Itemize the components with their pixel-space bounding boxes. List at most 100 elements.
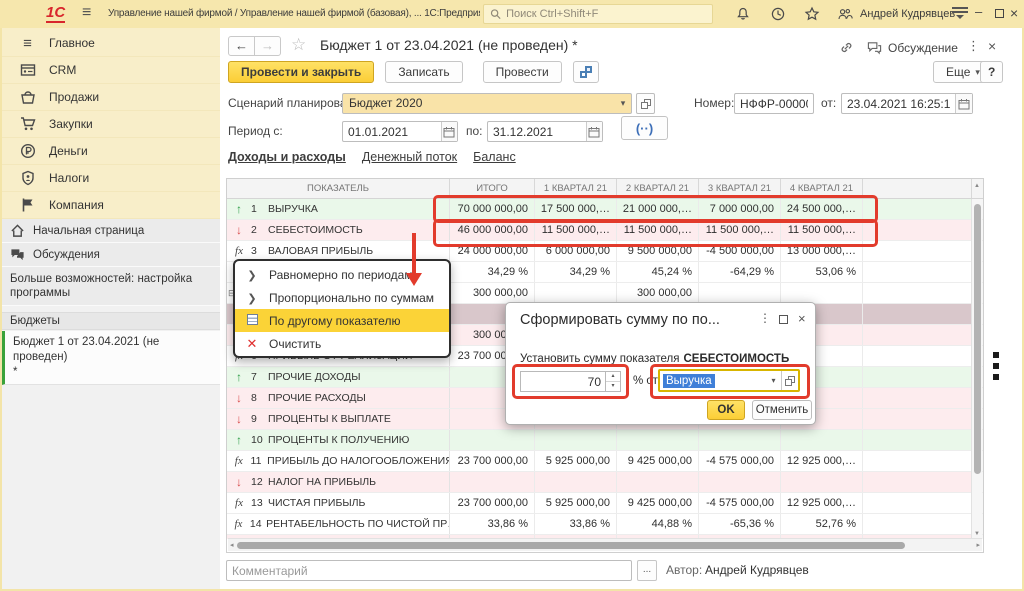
- value-cell[interactable]: 45,24 %: [617, 262, 699, 282]
- calendar-icon[interactable]: [441, 122, 457, 141]
- scroll-up-icon[interactable]: ▲: [974, 183, 980, 189]
- post-button[interactable]: Провести: [483, 61, 562, 83]
- value-cell[interactable]: 33,86 %: [535, 514, 617, 534]
- users-icon[interactable]: [837, 6, 853, 22]
- menu-item-proportional-by-amounts[interactable]: ❯Пропорционально по суммам: [235, 286, 449, 309]
- sidebar-item-crm[interactable]: CRM: [2, 57, 220, 84]
- hscroll-thumb[interactable]: [237, 542, 905, 549]
- table-row[interactable]: ↓12НАЛОГ НА ПРИБЫЛЬ: [227, 472, 983, 493]
- value-cell[interactable]: 44,88 %: [617, 514, 699, 534]
- value-cell[interactable]: 53,06 %: [781, 262, 863, 282]
- sidebar-item-discussions[interactable]: Обсуждения: [2, 243, 220, 267]
- scenario-combobox[interactable]: Бюджет 2020 ▾: [342, 93, 632, 114]
- date-field[interactable]: [841, 93, 973, 114]
- value-cell[interactable]: 12 925 000,…: [781, 493, 863, 513]
- nav-back-button[interactable]: ←: [228, 36, 255, 56]
- value-cell[interactable]: [450, 430, 535, 450]
- value-cell[interactable]: 34,29 %: [535, 262, 617, 282]
- value-cell[interactable]: 9 425 000,00: [617, 451, 699, 471]
- table-row[interactable]: ↑10ПРОЦЕНТЫ К ПОЛУЧЕНИЮ: [227, 430, 983, 451]
- sidebar-item-nalogi[interactable]: Налоги: [2, 165, 220, 192]
- menu-item-clear[interactable]: ✕Очистить: [235, 332, 449, 355]
- table-row[interactable]: fx14РЕНТАБЕЛЬНОСТЬ ПО ЧИСТОЙ ПР…33,86 %3…: [227, 514, 983, 535]
- cancel-button[interactable]: Отменить: [752, 400, 812, 420]
- calendar-icon[interactable]: [586, 122, 602, 141]
- create-based-on-button[interactable]: [573, 61, 599, 83]
- favorites-star-icon[interactable]: [804, 6, 820, 22]
- sidebar-item-home[interactable]: Начальная страница: [2, 219, 220, 243]
- value-cell[interactable]: [699, 472, 781, 492]
- row-label-cell[interactable]: ↑7ПРОЧИЕ ДОХОДЫ: [227, 367, 450, 387]
- current-user-name[interactable]: Андрей Кудрявцев: [860, 8, 955, 20]
- value-cell[interactable]: [617, 472, 699, 492]
- sidebar-open-document-tab[interactable]: Бюджет 1 от 23.04.2021 (не проведен) *: [2, 331, 220, 385]
- scroll-left-icon[interactable]: ◂: [230, 541, 234, 549]
- comment-expand-button[interactable]: ...: [637, 560, 657, 581]
- sidebar-item-kompania[interactable]: Компания: [2, 192, 220, 219]
- search-input[interactable]: [506, 8, 706, 20]
- dialog-more-icon[interactable]: ⋮: [759, 311, 771, 325]
- sidebar-item-zakupki[interactable]: Закупки: [2, 111, 220, 138]
- dialog-close-icon[interactable]: ×: [798, 311, 806, 326]
- horizontal-scrollbar[interactable]: ◂ ▸: [228, 538, 982, 551]
- value-cell[interactable]: 23 700 000,00: [450, 451, 535, 471]
- value-cell[interactable]: [535, 283, 617, 303]
- row-label-cell[interactable]: fx11ПРИБЫЛЬ ДО НАЛОГООБЛОЖЕНИЯ: [227, 451, 450, 471]
- value-cell[interactable]: [450, 472, 535, 492]
- history-clock-icon[interactable]: [770, 6, 786, 22]
- table-row[interactable]: fx11ПРИБЫЛЬ ДО НАЛОГООБЛОЖЕНИЯ23 700 000…: [227, 451, 983, 472]
- period-to-input[interactable]: [488, 122, 586, 141]
- scroll-right-icon[interactable]: ▸: [976, 541, 980, 549]
- value-cell[interactable]: -65,36 %: [699, 514, 781, 534]
- nav-forward-button[interactable]: →: [254, 36, 281, 56]
- panel-splitter-handle[interactable]: [993, 352, 999, 385]
- value-cell[interactable]: -4 575 000,00: [699, 451, 781, 471]
- dialog-maximize-icon[interactable]: [779, 315, 788, 324]
- discussion-label[interactable]: Обсуждение: [888, 41, 958, 55]
- row-label-cell[interactable]: ↓2СЕБЕСТОИМОСТЬ: [227, 220, 450, 240]
- tab-cash-flow[interactable]: Денежный поток: [362, 150, 457, 164]
- column-header[interactable]: ПОКАЗАТЕЛЬ: [227, 179, 450, 198]
- window-maximize-button[interactable]: [995, 9, 1004, 18]
- link-icon[interactable]: [838, 40, 855, 55]
- value-cell[interactable]: [535, 472, 617, 492]
- choose-period-button[interactable]: (··): [621, 116, 668, 140]
- favorite-star-icon[interactable]: ☆: [291, 35, 306, 55]
- service-menu-icon[interactable]: [952, 7, 968, 21]
- post-and-close-button[interactable]: Провести и закрыть: [228, 61, 374, 83]
- value-cell[interactable]: [699, 283, 781, 303]
- date-input[interactable]: [842, 94, 955, 113]
- sidebar-section-budgets[interactable]: Бюджеты: [2, 312, 220, 330]
- value-cell[interactable]: [535, 430, 617, 450]
- value-cell[interactable]: [617, 430, 699, 450]
- number-field[interactable]: [734, 93, 814, 114]
- value-cell[interactable]: 52,76 %: [781, 514, 863, 534]
- window-close-button[interactable]: ×: [1010, 5, 1018, 21]
- calendar-icon[interactable]: [955, 94, 972, 113]
- chevron-down-icon[interactable]: ▾: [615, 94, 631, 113]
- value-cell[interactable]: [781, 472, 863, 492]
- value-cell[interactable]: 33,86 %: [450, 514, 535, 534]
- window-minimize-button[interactable]: –: [975, 4, 982, 19]
- comment-input[interactable]: [227, 561, 631, 580]
- comment-field[interactable]: [226, 560, 632, 581]
- main-menu-icon[interactable]: ≡: [82, 4, 91, 22]
- table-row[interactable]: fx13ЧИСТАЯ ПРИБЫЛЬ23 700 000,005 925 000…: [227, 493, 983, 514]
- row-label-cell[interactable]: ↓12НАЛОГ НА ПРИБЫЛЬ: [227, 472, 450, 492]
- value-cell[interactable]: 9 425 000,00: [617, 493, 699, 513]
- period-to-field[interactable]: [487, 121, 603, 142]
- menu-item-by-other-indicator[interactable]: По другому показателю: [235, 309, 449, 332]
- value-cell[interactable]: -4 575 000,00: [699, 493, 781, 513]
- row-label-cell[interactable]: ↓8ПРОЧИЕ РАСХОДЫ: [227, 388, 450, 408]
- value-cell[interactable]: -64,29 %: [699, 262, 781, 282]
- sidebar-item-prodazhi[interactable]: Продажи: [2, 84, 220, 111]
- notifications-bell-icon[interactable]: [735, 6, 751, 22]
- value-cell[interactable]: 23 700 000,00: [450, 493, 535, 513]
- scroll-down-icon[interactable]: ▼: [974, 531, 980, 537]
- save-button[interactable]: Записать: [385, 61, 462, 83]
- help-button[interactable]: ?: [980, 61, 1003, 83]
- sidebar-more-settings-link[interactable]: Больше возможностей: настройка программы: [2, 267, 220, 306]
- value-cell[interactable]: 300 000,00: [617, 283, 699, 303]
- scenario-open-button[interactable]: [636, 93, 655, 114]
- value-cell[interactable]: 5 925 000,00: [535, 451, 617, 471]
